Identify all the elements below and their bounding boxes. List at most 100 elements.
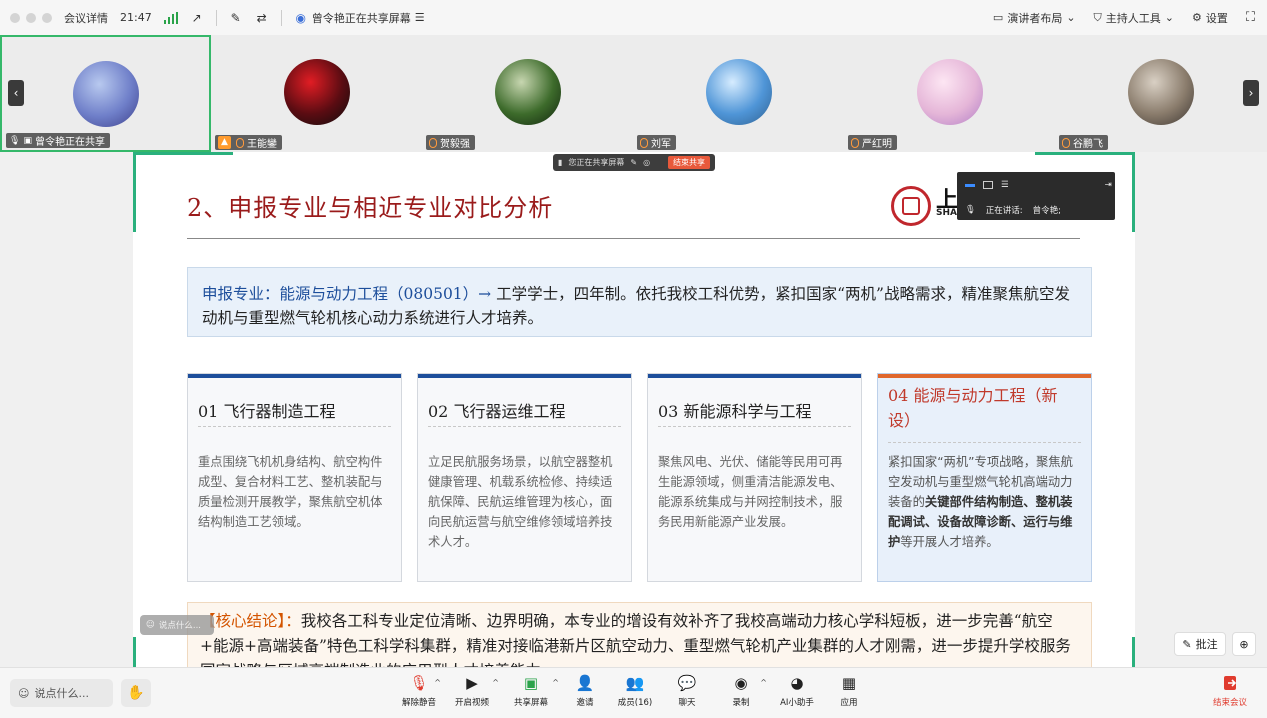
- tool-label: 开启视频: [454, 698, 489, 708]
- participant-tile[interactable]: 严红明: [844, 35, 1055, 152]
- fullscreen-icon[interactable]: ⛶: [1246, 10, 1255, 25]
- list-icon[interactable]: ☰: [1001, 180, 1009, 190]
- end-meeting-button[interactable]: 结束会议: [1213, 674, 1247, 708]
- card-body: 立足民航服务场景，以航空器整机健康管理、机载系统检修、持续适航保障、民航运维管理…: [428, 455, 613, 549]
- speaking-label: 正在讲话:: [985, 206, 1023, 216]
- participant-nametag: 🎙 ▣ 曾令艳正在共享: [6, 133, 110, 148]
- conclusion-text: 我校各工科专业定位清晰、边界明确，本专业的增设有效补齐了我校高端动力核心学科短板…: [200, 612, 1071, 667]
- start-video-button[interactable]: ▶ ^ 开启视频: [443, 674, 501, 708]
- minimize-icon[interactable]: [965, 183, 975, 187]
- university-logo-icon: [891, 186, 931, 226]
- tool-label: 成员(16): [617, 698, 653, 708]
- meeting-tools: 🎙 ^ 解除静音 ▶ ^ 开启视频 ▣ ^ 共享屏幕 👤 邀请 👥 成员(16)…: [395, 674, 873, 708]
- apps-icon: ▦: [841, 674, 857, 692]
- participant-nametag: 谷鹏飞: [1059, 135, 1108, 150]
- members-icon: 👥: [625, 674, 645, 692]
- ai-assistant-button[interactable]: ◕ AI小助手: [769, 674, 825, 708]
- participant-tile[interactable]: 刘军: [633, 35, 844, 152]
- share-control-bar[interactable]: ▮ 您正在共享屏幕 ✎ ◎ 结束共享: [553, 154, 715, 171]
- chevron-up-icon[interactable]: ^: [492, 678, 499, 687]
- card-title: 04 能源与动力工程（新设）: [888, 386, 1058, 430]
- host-tools-dropdown[interactable]: ⛉ 主持人工具 ⌄: [1094, 10, 1174, 26]
- end-meeting-label: 结束会议: [1212, 698, 1247, 708]
- chevron-up-icon[interactable]: ^: [760, 678, 767, 687]
- window-icon[interactable]: [983, 181, 993, 189]
- record-button[interactable]: ◉ ^ 录制: [713, 674, 769, 708]
- strip-prev-button[interactable]: ‹: [8, 80, 24, 106]
- participant-tile[interactable]: 贺毅强: [422, 35, 633, 152]
- raise-hand-button[interactable]: ✋: [121, 679, 151, 707]
- hand-icon: ✋: [127, 685, 145, 701]
- chevron-up-icon[interactable]: ^: [434, 678, 441, 687]
- participant-strip: 🎙 ▣ 曾令艳正在共享 ▲ 王能鑾 贺毅强 刘军 严红明 谷鹏飞 ‹ ›: [0, 35, 1267, 152]
- mic-muted-icon: [1062, 137, 1070, 148]
- settings-button[interactable]: ⚙ 设置: [1192, 10, 1228, 26]
- annotate-label: 批注: [1195, 638, 1218, 651]
- sharing-icon: ◉: [295, 10, 306, 25]
- annotation-icon[interactable]: ✎: [630, 158, 637, 167]
- host-badge-icon: ▲: [218, 136, 231, 149]
- card-body: 聚焦风电、光伏、储能等民用可再生能源领域，侧重清洁能源发电、能源系统集成与并网控…: [658, 455, 843, 529]
- layout-icon: ▭: [992, 11, 1004, 24]
- members-button[interactable]: 👥 成员(16): [609, 674, 661, 708]
- participant-name: 谷鹏飞: [1073, 139, 1103, 150]
- annotation-off-icon[interactable]: ✎: [229, 11, 243, 25]
- participant-nametag: ▲ 王能鑾: [215, 135, 282, 150]
- participant-tile[interactable]: ▲ 王能鑾: [211, 35, 422, 152]
- intro-major: 申报专业：能源与动力工程（080501）→: [202, 285, 492, 303]
- meeting-details-link[interactable]: 会议详情: [64, 10, 108, 26]
- share-screen-button[interactable]: ▣ ^ 共享屏幕: [501, 674, 561, 708]
- translate-icon[interactable]: ⇄: [255, 11, 269, 25]
- sharing-status[interactable]: ◉ 曾令艳正在共享屏幕 ☰: [294, 10, 424, 26]
- card-body-text-end: 等开展人才培养。: [900, 535, 999, 549]
- chat-input[interactable]: ☺ 说点什么...: [10, 679, 113, 707]
- participant-name: 王能鑾: [247, 139, 277, 150]
- title-divider: [187, 238, 1080, 239]
- card-title: 02 飞行器运维工程: [428, 402, 566, 421]
- settings-label: 设置: [1205, 11, 1228, 25]
- hide-icon[interactable]: ◎: [643, 158, 650, 167]
- card-title: 03 新能源科学与工程: [658, 402, 812, 421]
- intro-box: 申报专业：能源与动力工程（080501）→ 工学学士，四年制。依托我校工科优势，…: [187, 267, 1092, 337]
- invite-button[interactable]: 👤 邀请: [561, 674, 609, 708]
- speaker-panel[interactable]: ☰ ⇥ 🎙 正在讲话: 曾令艳;: [957, 172, 1115, 220]
- apps-button[interactable]: ▦ 应用: [825, 674, 873, 708]
- smile-icon: ☺: [18, 686, 30, 700]
- chevron-up-icon[interactable]: ^: [552, 678, 559, 687]
- expand-icon[interactable]: ⇥: [1105, 180, 1112, 190]
- tool-label: AI小助手: [780, 698, 814, 708]
- mic-muted-icon: [236, 137, 244, 148]
- conclusion-box: 【核心结论】：我校各工科专业定位清晰、边界明确，本专业的增设有效补齐了我校高端动…: [187, 602, 1092, 667]
- unmute-button[interactable]: 🎙 ^ 解除静音: [395, 674, 443, 708]
- layout-dropdown[interactable]: ▭ 演讲者布局 ⌄: [993, 10, 1076, 26]
- popout-icon[interactable]: ↗: [190, 11, 204, 25]
- participant-tile[interactable]: 🎙 ▣ 曾令艳正在共享: [0, 35, 211, 152]
- share-status-text: 您正在共享屏幕: [568, 158, 625, 167]
- share-frame: [133, 152, 233, 155]
- chevron-down-icon: ⌄: [1164, 11, 1175, 24]
- signal-icon[interactable]: [163, 11, 178, 24]
- participant-name: 刘军: [651, 139, 671, 150]
- record-icon: ◉: [734, 674, 748, 692]
- annotate-button[interactable]: ✎ 批注: [1174, 632, 1226, 656]
- sharing-status-label: 曾令艳正在共享屏幕: [311, 11, 411, 25]
- smile-icon: ☺: [146, 620, 155, 630]
- zoom-in-button[interactable]: ⊕: [1232, 632, 1256, 656]
- mic-muted-icon: [851, 137, 859, 148]
- strip-next-button[interactable]: ›: [1243, 80, 1259, 106]
- major-card: 03 新能源科学与工程 聚焦风电、光伏、储能等民用可再生能源领域，侧重清洁能源发…: [647, 373, 862, 582]
- presentation-slide: 2、申报专业与相近专业对比分析 上 SHA 申报专业：能源与动力工程（08050…: [133, 152, 1135, 667]
- participant-tile[interactable]: 谷鹏飞: [1055, 35, 1267, 152]
- window-controls[interactable]: [10, 12, 52, 23]
- invite-icon: 👤: [575, 674, 595, 692]
- chat-button[interactable]: 💬 聊天: [661, 674, 713, 708]
- stop-share-button[interactable]: 结束共享: [668, 156, 710, 169]
- participant-nametag: 严红明: [848, 135, 897, 150]
- share-frame: [133, 152, 136, 232]
- bottom-toolbar: ☺ 说点什么... ✋ 🎙 ^ 解除静音 ▶ ^ 开启视频 ▣ ^ 共享屏幕 👤…: [0, 667, 1267, 718]
- tool-label: 解除静音: [401, 698, 436, 708]
- camera-off-icon: ▶: [466, 674, 478, 692]
- shared-screen-area: 2、申报专业与相近专业对比分析 上 SHA 申报专业：能源与动力工程（08050…: [0, 152, 1267, 667]
- card-title: 01 飞行器制造工程: [198, 402, 336, 421]
- floating-chat-chip[interactable]: ☺ 说点什么...: [140, 615, 214, 635]
